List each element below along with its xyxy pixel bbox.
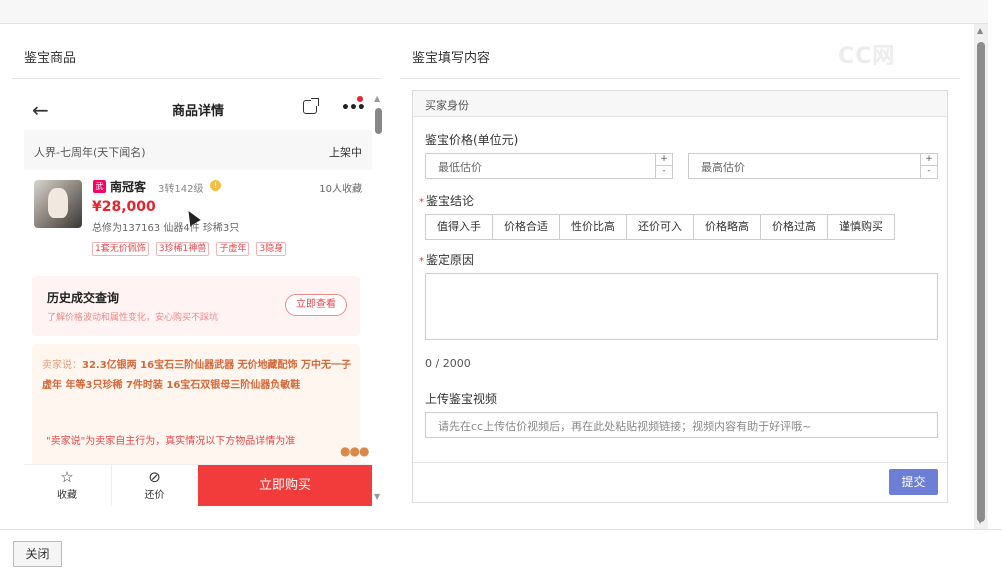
conclusion-option[interactable]: 值得入手 bbox=[426, 215, 493, 239]
bargain-label: 还价 bbox=[144, 490, 165, 501]
bargain-button[interactable]: ⊘ 还价 bbox=[111, 465, 197, 506]
price-label: 鉴宝价格(单位元) bbox=[425, 133, 519, 147]
form-footer-divider bbox=[413, 462, 947, 463]
favorite-button[interactable]: ☆ 收藏 bbox=[24, 465, 110, 506]
buyer-identity-label: 买家身份 bbox=[425, 99, 469, 112]
dialog-top-bar bbox=[0, 0, 988, 24]
decrement-icon[interactable]: - bbox=[921, 166, 937, 178]
page-scrollbar[interactable]: ▲ ▼ bbox=[974, 24, 988, 529]
seller-says-text: 32.3亿银两 16宝石三阶仙器武器 无价地藏配饰 万中无一子虚年 年等3只珍稀… bbox=[42, 360, 352, 391]
conclusion-option[interactable]: 价格过高 bbox=[761, 215, 828, 239]
right-divider bbox=[400, 78, 960, 79]
submit-button[interactable]: 提交 bbox=[889, 469, 938, 495]
loading-dots-icon: ●●● bbox=[340, 444, 369, 458]
decrement-icon[interactable]: - bbox=[656, 166, 672, 178]
conclusion-option[interactable]: 价格略高 bbox=[694, 215, 761, 239]
appraisal-form: 买家身份 鉴宝价格(单位元) 最低估价 + - 最高估价 + - * 鉴宝结论 值得入… bbox=[412, 90, 948, 503]
required-icon: * bbox=[419, 256, 424, 267]
reason-label-text: 鉴定原因 bbox=[426, 253, 475, 267]
notification-dot bbox=[357, 96, 363, 102]
increment-icon[interactable]: + bbox=[921, 154, 937, 166]
left-section-title: 鉴宝商品 bbox=[24, 51, 77, 66]
left-divider bbox=[12, 78, 382, 79]
history-subtitle: 了解价格波动和属性变化，安心购买不踩坑 bbox=[47, 313, 219, 323]
favorite-count: 10人收藏 bbox=[319, 184, 362, 195]
item-tags: 1套无价佩饰 3珍稀1神兽 子虚年 3隐身 bbox=[92, 236, 288, 256]
scroll-up-icon[interactable]: ▲ bbox=[374, 94, 380, 103]
reason-label: * 鉴定原因 bbox=[419, 251, 474, 268]
min-price-input[interactable]: 最低估价 + - bbox=[425, 153, 673, 179]
item-tag: 3隐身 bbox=[256, 242, 287, 256]
increment-icon[interactable]: + bbox=[656, 154, 672, 166]
more-icon[interactable]: ••• bbox=[341, 100, 366, 116]
phone-bottom-bar: ☆ 收藏 ⊘ 还价 立即购买 bbox=[24, 464, 372, 506]
favorite-label: 收藏 bbox=[57, 490, 77, 501]
listing-status: 上架中 bbox=[329, 146, 362, 159]
phone-nav-bar: ← 商品详情 ••• bbox=[24, 88, 372, 130]
conclusion-option[interactable]: 谨慎购买 bbox=[828, 215, 894, 239]
reason-textarea[interactable] bbox=[425, 273, 938, 340]
max-price-stepper[interactable]: + - bbox=[920, 154, 937, 178]
product-preview: ← 商品详情 ••• 人界-七周年(天下闻名) 上架中 武 南冠客 3转142级… bbox=[24, 88, 372, 506]
buy-now-button[interactable]: 立即购买 bbox=[198, 465, 372, 506]
server-name: 人界-七周年(天下闻名) bbox=[34, 146, 146, 159]
scroll-down-icon[interactable]: ▼ bbox=[977, 516, 983, 525]
video-label: 上传鉴宝视频 bbox=[425, 392, 498, 406]
seller-description: 卖家说：32.3亿银两 16宝石三阶仙器武器 无价地藏配饰 万中无一子虚年 年等… bbox=[42, 356, 354, 396]
watermark: CC网 bbox=[838, 44, 896, 69]
close-button[interactable]: 关闭 bbox=[13, 541, 62, 567]
conclusion-label-text: 鉴宝结论 bbox=[426, 194, 475, 208]
min-price-placeholder: 最低估价 bbox=[438, 161, 482, 174]
item-price: ¥28,000 bbox=[92, 199, 156, 215]
dialog-footer: 关闭 bbox=[0, 529, 1002, 570]
required-icon: * bbox=[419, 197, 424, 208]
conclusion-options: 值得入手 价格合适 性价比高 还价可入 价格略高 价格过高 谨慎购买 bbox=[425, 214, 895, 240]
school-badge: 武 bbox=[93, 180, 106, 193]
page-scroll-thumb[interactable] bbox=[977, 42, 985, 522]
right-section-title: 鉴宝填写内容 bbox=[412, 51, 491, 66]
phone-page-title: 商品详情 bbox=[171, 104, 224, 119]
conclusion-option[interactable]: 性价比高 bbox=[560, 215, 627, 239]
view-history-button[interactable]: 立即查看 bbox=[285, 294, 347, 316]
conclusion-label: * 鉴宝结论 bbox=[419, 192, 474, 209]
preview-scroll-thumb[interactable] bbox=[375, 108, 382, 134]
coin-icon: ⊘ bbox=[148, 468, 161, 486]
character-name: 南冠客 bbox=[110, 180, 147, 194]
item-tag: 3珍稀1神兽 bbox=[155, 242, 210, 256]
seller-says-label: 卖家说： bbox=[42, 360, 82, 371]
history-trade-card: 历史成交查询 了解价格波动和属性变化，安心购买不踩坑 立即查看 bbox=[32, 276, 360, 336]
item-stats: 总修为137163 仙器4件 珍稀3只 bbox=[92, 223, 240, 234]
form-section-header: 买家身份 bbox=[413, 91, 947, 117]
character-avatar bbox=[34, 180, 82, 228]
preview-scrollbar[interactable]: ▲ ▼ bbox=[373, 94, 383, 506]
seller-disclaimer: "卖家说"为卖家自主行为，真实情况以下方物品详情为准 bbox=[46, 436, 296, 447]
scroll-up-icon[interactable]: ▲ bbox=[977, 26, 983, 35]
char-counter: 0 / 2000 bbox=[425, 357, 471, 370]
item-tag: 1套无价佩饰 bbox=[92, 242, 149, 256]
server-row: 人界-七周年(天下闻名) 上架中 bbox=[24, 130, 372, 170]
conclusion-option[interactable]: 还价可入 bbox=[627, 215, 694, 239]
seller-says-box: 卖家说：32.3亿银两 16宝石三阶仙器武器 无价地藏配饰 万中无一子虚年 年等… bbox=[32, 344, 369, 474]
history-title: 历史成交查询 bbox=[47, 291, 120, 305]
warning-icon: ! bbox=[210, 180, 221, 191]
max-price-placeholder: 最高估价 bbox=[701, 161, 745, 174]
max-price-input[interactable]: 最高估价 + - bbox=[688, 153, 938, 179]
star-icon: ☆ bbox=[60, 468, 74, 486]
scroll-down-icon[interactable]: ▼ bbox=[374, 492, 380, 501]
video-link-input[interactable]: 请先在cc上传估价视频后，再在此处粘贴视频链接；视频内容有助于好评哦~ bbox=[425, 412, 938, 438]
conclusion-option[interactable]: 价格合适 bbox=[493, 215, 560, 239]
video-link-placeholder: 请先在cc上传估价视频后，再在此处粘贴视频链接；视频内容有助于好评哦~ bbox=[438, 420, 812, 433]
share-icon[interactable] bbox=[303, 98, 319, 114]
character-level: 3转142级 bbox=[158, 184, 204, 195]
item-tag: 子虚年 bbox=[216, 242, 250, 256]
min-price-stepper[interactable]: + - bbox=[655, 154, 672, 178]
